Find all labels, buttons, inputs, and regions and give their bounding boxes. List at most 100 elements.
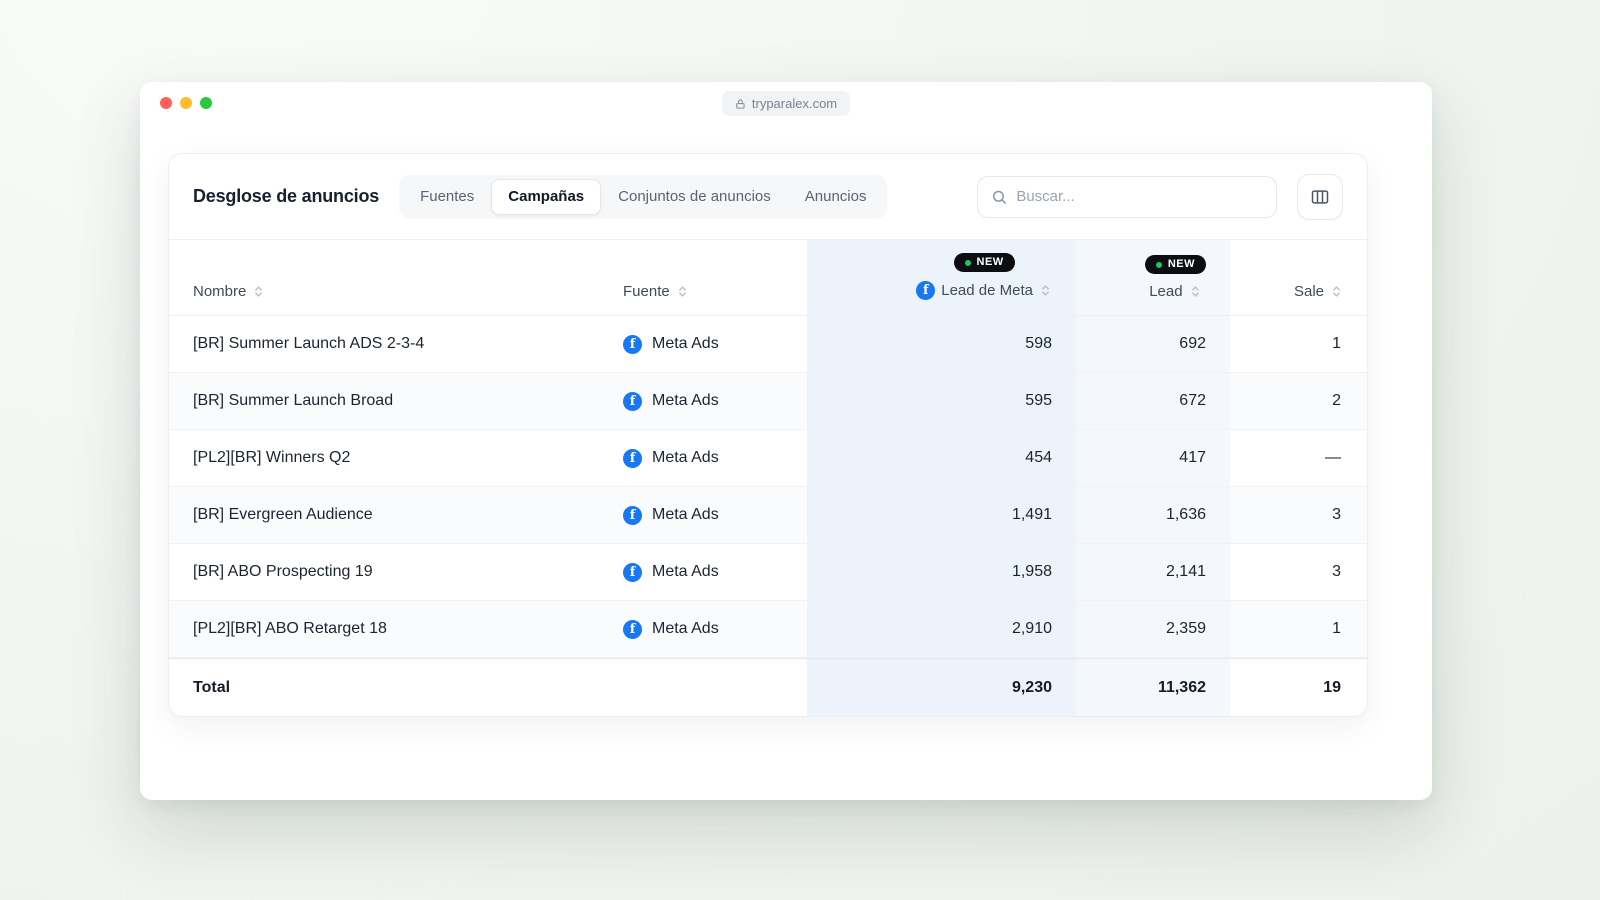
facebook-icon: f <box>623 334 642 354</box>
header-lead-de-meta-label: Lead de Meta <box>941 282 1033 299</box>
source-label: Meta Ads <box>652 449 719 466</box>
lead-meta-value: 1,958 <box>1011 563 1052 580</box>
traffic-lights <box>160 97 212 109</box>
facebook-icon: f <box>623 391 642 411</box>
lead-meta-cell: 454 <box>807 430 1076 486</box>
sale-cell: 1 <box>1230 316 1343 372</box>
total-lead-meta-cell: 9,230 <box>807 659 1076 716</box>
sale-value: 2 <box>1332 392 1341 409</box>
facebook-icon: f <box>916 281 936 300</box>
total-label-cell: Total <box>193 659 623 716</box>
page-title: Desglose de anuncios <box>193 186 380 206</box>
header-lead-de-meta[interactable]: NEW f Lead de Meta <box>807 240 1076 315</box>
lead-cell: 1,636 <box>1076 487 1230 543</box>
tab-campanas[interactable]: Campañas <box>491 178 602 215</box>
zoom-window-button[interactable] <box>200 97 212 109</box>
lead-meta-value: 2,910 <box>1011 620 1052 637</box>
campaign-name-cell: [PL2][BR] Winners Q2 <box>193 430 623 486</box>
source-cell: f Meta Ads <box>623 601 807 657</box>
header-fuente-label: Fuente <box>623 283 670 300</box>
sort-icon[interactable] <box>252 285 265 298</box>
lead-meta-value: 1,491 <box>1011 506 1052 523</box>
lead-cell: 417 <box>1076 430 1230 486</box>
header-nombre[interactable]: Nombre <box>193 240 623 315</box>
sale-cell: 3 <box>1230 544 1343 600</box>
source-label: Meta Ads <box>652 563 719 580</box>
lead-value: 2,141 <box>1165 563 1206 580</box>
lead-cell: 2,141 <box>1076 544 1230 600</box>
lead-value: 672 <box>1179 392 1206 409</box>
sort-icon[interactable] <box>1330 285 1343 298</box>
sale-value: 1 <box>1332 620 1341 637</box>
lead-meta-value: 454 <box>1025 449 1052 466</box>
panel-header: Desglose de anuncios Fuentes Campañas Co… <box>169 154 1367 240</box>
lock-icon <box>736 98 745 109</box>
total-sale-cell: 19 <box>1230 659 1343 716</box>
campaign-name-cell: [BR] Summer Launch ADS 2-3-4 <box>193 316 623 372</box>
search-box[interactable] <box>977 175 1277 218</box>
url-text: tryparalex.com <box>751 96 838 111</box>
table-row[interactable]: [PL2][BR] Winners Q2 f Meta Ads 454 417 … <box>169 430 1367 487</box>
tab-fuentes[interactable]: Fuentes <box>403 179 491 215</box>
sale-cell: 2 <box>1230 373 1343 429</box>
sale-value: 3 <box>1332 563 1341 580</box>
sale-cell: 1 <box>1230 601 1343 657</box>
header-sale-label: Sale <box>1293 283 1324 300</box>
search-input[interactable] <box>1016 188 1263 205</box>
new-badge-label: NEW <box>1167 258 1195 270</box>
total-source-cell <box>623 659 807 716</box>
new-badge: NEW <box>953 253 1015 272</box>
table-row[interactable]: [BR] Evergreen Audience f Meta Ads 1,491… <box>169 487 1367 544</box>
minimize-window-button[interactable] <box>180 97 192 109</box>
browser-window: tryparalex.com Desglose de anuncios Fuen… <box>140 82 1432 800</box>
campaign-name: [PL2][BR] ABO Retarget 18 <box>193 620 387 637</box>
sale-value: — <box>1325 449 1341 466</box>
source-cell: f Meta Ads <box>623 373 807 429</box>
campaign-name: [BR] Summer Launch Broad <box>193 392 394 409</box>
lead-meta-cell: 598 <box>807 316 1076 372</box>
lead-meta-cell: 595 <box>807 373 1076 429</box>
source-label: Meta Ads <box>652 392 719 409</box>
total-label: Total <box>193 678 231 696</box>
total-lead-meta-value: 9,230 <box>1011 678 1052 696</box>
header-fuente[interactable]: Fuente <box>623 240 807 315</box>
columns-icon <box>1311 189 1329 204</box>
facebook-icon: f <box>623 448 642 468</box>
table-body: [BR] Summer Launch ADS 2-3-4 f Meta Ads … <box>169 316 1367 658</box>
sort-icon[interactable] <box>1189 285 1202 298</box>
lead-value: 692 <box>1179 335 1206 352</box>
campaign-name: [BR] Evergreen Audience <box>193 506 373 523</box>
tab-group: Fuentes Campañas Conjuntos de anuncios A… <box>399 174 888 219</box>
source-label: Meta Ads <box>652 506 719 523</box>
total-lead-cell: 11,362 <box>1076 659 1230 716</box>
total-sale-value: 19 <box>1323 678 1341 696</box>
lead-value: 417 <box>1179 449 1206 466</box>
campaign-name: [BR] ABO Prospecting 19 <box>193 563 373 580</box>
campaign-name-cell: [PL2][BR] ABO Retarget 18 <box>193 601 623 657</box>
sort-icon[interactable] <box>676 285 689 298</box>
lead-cell: 2,359 <box>1076 601 1230 657</box>
header-lead[interactable]: NEW Lead <box>1076 240 1230 315</box>
sort-icon[interactable] <box>1039 284 1052 297</box>
new-badge: NEW <box>1144 255 1206 274</box>
tab-anuncios[interactable]: Anuncios <box>788 179 884 215</box>
campaign-name-cell: [BR] Summer Launch Broad <box>193 373 623 429</box>
table-row[interactable]: [BR] ABO Prospecting 19 f Meta Ads 1,958… <box>169 544 1367 601</box>
campaign-name: [PL2][BR] Winners Q2 <box>193 449 351 466</box>
facebook-icon: f <box>623 562 642 582</box>
source-cell: f Meta Ads <box>623 316 807 372</box>
table-row[interactable]: [PL2][BR] ABO Retarget 18 f Meta Ads 2,9… <box>169 601 1367 658</box>
header-sale[interactable]: Sale <box>1230 240 1343 315</box>
lead-meta-value: 595 <box>1025 392 1052 409</box>
source-cell: f Meta Ads <box>623 487 807 543</box>
column-settings-button[interactable] <box>1297 173 1343 220</box>
close-window-button[interactable] <box>160 97 172 109</box>
tab-conjuntos-de-anuncios[interactable]: Conjuntos de anuncios <box>601 179 788 215</box>
table-row[interactable]: [BR] Summer Launch Broad f Meta Ads 595 … <box>169 373 1367 430</box>
badge-dot-icon <box>964 259 971 266</box>
campaign-name-cell: [BR] Evergreen Audience <box>193 487 623 543</box>
badge-dot-icon <box>1155 261 1162 268</box>
table-row[interactable]: [BR] Summer Launch ADS 2-3-4 f Meta Ads … <box>169 316 1367 373</box>
total-lead-value: 11,362 <box>1157 678 1206 696</box>
address-bar[interactable]: tryparalex.com <box>721 91 851 116</box>
